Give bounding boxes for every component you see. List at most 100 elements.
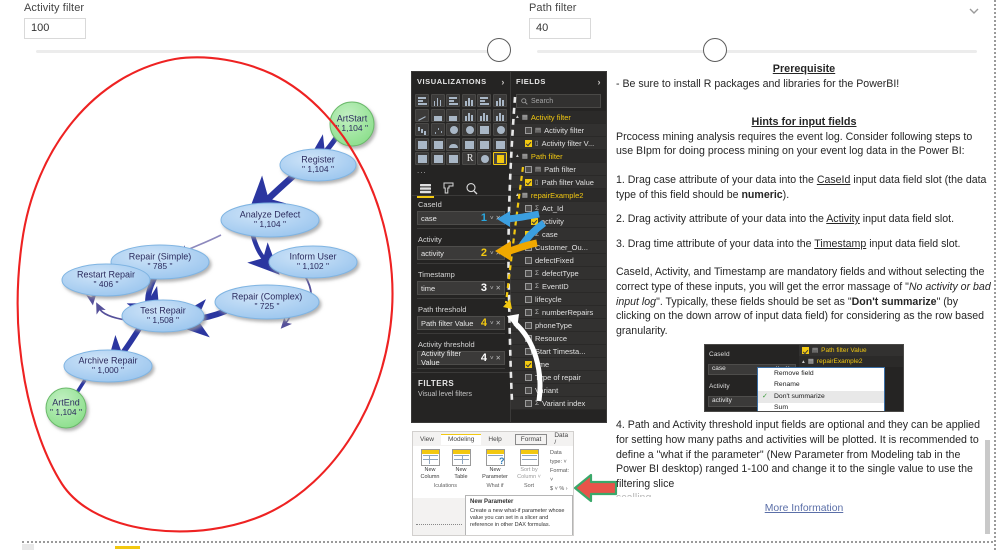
step-3-link[interactable]: Timestamp [814,238,866,250]
viz-type-pie-icon[interactable] [446,123,461,136]
viz-type-tbl-icon[interactable] [430,152,445,165]
new-parameter-button[interactable]: ? New Parameter [482,449,508,480]
checkbox-icon[interactable] [524,321,532,329]
viz-type-donut-icon[interactable] [461,123,476,136]
field-row[interactable]: Σ Act_Id [510,202,606,215]
checkbox-icon[interactable] [524,204,532,212]
viz-type-hbar-icon[interactable] [415,94,430,107]
checkbox-icon[interactable] [524,269,532,277]
viz-type-card-icon[interactable] [461,137,476,151]
checkbox-icon[interactable] [524,386,532,394]
checkbox-icon[interactable] [524,282,532,290]
step-1-link[interactable]: CaseId [817,174,851,186]
slot-dropdown-icon[interactable]: ˅ ✕ [490,284,501,292]
ribbon-tab-modeling[interactable]: Modeling [440,433,482,445]
slot-value-path-threshold[interactable]: Path filter Value 4 ˅ ✕ [417,316,505,330]
checkbox-icon[interactable] [524,243,532,251]
ribbon-tab-strip[interactable]: View Modeling Help Format Data / [413,432,573,446]
checkbox-icon[interactable] [802,347,809,355]
more-information-link[interactable]: More Information [765,503,844,514]
viz-type-line-icon[interactable] [415,108,430,122]
checkbox-icon[interactable] [524,256,532,264]
pane-tab-strip[interactable] [412,177,510,198]
viz-type-sel-icon[interactable] [492,152,507,165]
path-filter-input[interactable]: 40 [529,18,591,39]
checkbox-icon[interactable] [524,126,532,134]
viz-type-vbar-icon[interactable] [430,94,445,107]
field-row[interactable]: ▴ ▦ Activity filter [510,111,606,124]
new-table-button[interactable]: New Table [448,449,474,480]
checkbox-icon[interactable] [524,230,532,238]
viz-type-vbar-icon[interactable] [492,108,507,122]
field-row[interactable]: Resource [510,332,606,345]
viz-type-pyglobe-icon[interactable] [477,152,492,165]
field-row[interactable]: Σ Variant index [510,397,606,410]
field-row[interactable]: phoneType [510,319,606,332]
sort-by-column-button[interactable]: Sort by Column ˅ [516,449,542,480]
viz-type-funn-icon[interactable] [430,137,445,151]
viz-type-kpi-icon[interactable] [492,137,507,151]
ribbon-tab-view[interactable]: View [413,434,441,445]
field-row[interactable]: Σcase [510,228,606,241]
viz-type-scat-icon[interactable] [430,123,445,136]
field-row[interactable]: lifecycle [510,293,606,306]
viz-type-tbl-icon[interactable] [446,152,461,165]
slot-value-activity-threshold[interactable]: Activity filter Value 4 ˅ ✕ [417,349,505,367]
format-tab[interactable] [442,182,455,195]
field-row[interactable]: time [510,358,606,371]
checkbox-icon[interactable] [530,217,538,225]
fields-tab[interactable] [417,182,434,198]
checkbox-icon[interactable] [524,347,532,355]
ribbon-tab-data[interactable]: Data / [547,432,573,448]
field-row[interactable]: Customer_Ou... [510,241,606,254]
viz-type-hbar-icon[interactable] [477,94,492,107]
format-data-type[interactable]: Data type: ˅ [550,449,569,467]
slot-dropdown-icon[interactable]: ˅ ✕ [490,319,501,327]
ribbon-tab-format[interactable]: Format [514,433,548,445]
viz-type-wat-icon[interactable] [415,123,430,136]
field-row[interactable]: ▯ Path filter Value [510,176,606,189]
path-filter-slider[interactable] [537,38,977,64]
activity-filter-input[interactable]: 100 [24,18,86,39]
slot-dropdown-icon[interactable]: ˅ ✕ [490,214,501,222]
field-row[interactable]: Start Timesta... [510,345,606,358]
scrollbar-thumb[interactable] [985,440,990,534]
checkbox-icon[interactable] [524,295,532,303]
visualization-type-grid[interactable]: R [412,91,510,166]
viz-type-R-icon[interactable]: R [461,152,476,165]
chevron-right-icon[interactable]: › [501,77,505,87]
viz-type-tree-icon[interactable] [415,137,430,151]
field-row[interactable]: ▤ Activity filter [510,124,606,137]
viz-type-area-icon[interactable] [430,108,445,122]
slot-value-timestamp[interactable]: time 3 ˅ ✕ [417,281,505,295]
field-row[interactable]: ▴ ▦ repairExample2 [510,189,606,202]
activity-slider-knob[interactable] [487,38,511,62]
field-row[interactable]: ▴ ▦ Path filter [510,150,606,163]
format-format[interactable]: Format: ˅ [550,467,569,485]
field-row[interactable]: Type of repair [510,371,606,384]
field-row[interactable]: ΣnumberRepairs [510,306,606,319]
viz-type-vbar-icon[interactable] [461,94,476,107]
text-panel-scrollbar[interactable] [985,62,990,545]
field-row[interactable]: ΣdefectType [510,267,606,280]
format-currency[interactable]: $ ˅ % › [550,485,569,494]
checkbox-icon[interactable] [524,334,532,342]
context-menu-item[interactable]: Sum [758,403,884,412]
field-row[interactable]: Variant [510,384,606,397]
checkbox-icon[interactable] [524,165,532,173]
fields-search-box[interactable]: Search [515,94,601,108]
field-tree-list[interactable]: ▴ ▦ Activity filter ▤ Activity filter ▯ Activi… [510,111,606,410]
viz-type-hbar-icon[interactable] [446,94,461,107]
checkbox-icon[interactable] [524,373,532,381]
ribbon-tab-help[interactable]: Help [481,434,508,445]
slot-value-activity[interactable]: activity 2 ˅ ✕ [417,246,505,260]
field-row[interactable]: activity [510,215,606,228]
slot-value-caseid[interactable]: case 1 ˅ ✕ [417,211,505,225]
checkbox-icon[interactable] [524,178,532,186]
field-row[interactable]: ▯ Activity filter V... [510,137,606,150]
viz-type-vbar-icon[interactable] [492,94,507,107]
more-visuals-ellipsis[interactable]: ... [412,166,510,177]
slot-dropdown-icon[interactable]: ˅ ✕ [490,249,501,257]
viz-type-globe-icon[interactable] [492,123,507,136]
viz-type-map-icon[interactable] [477,123,492,136]
